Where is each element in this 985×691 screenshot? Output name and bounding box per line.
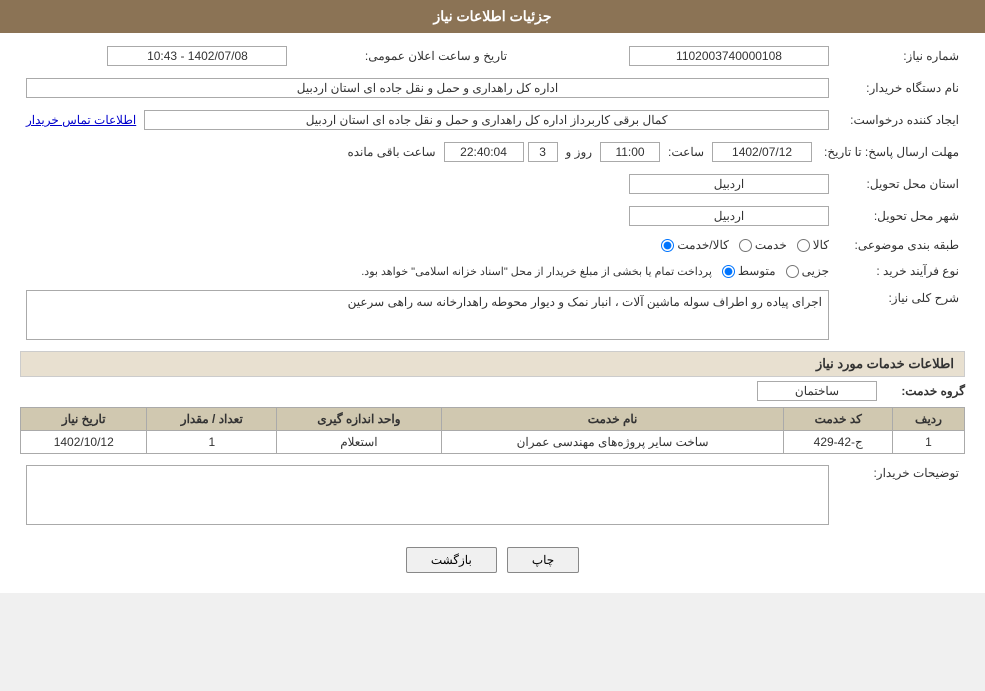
tarikh-elan-value: 1402/07/08 - 10:43: [107, 46, 287, 66]
mande-label: ساعت باقی مانده: [347, 145, 435, 159]
col-tarikh: تاریخ نیاز: [21, 408, 147, 431]
page-title: جزئیات اطلاعات نیاز: [433, 8, 551, 24]
ijad-konande-label: ایجاد کننده درخواست:: [835, 107, 965, 133]
khadamat-section-header: اطلاعات خدمات مورد نیاز: [20, 351, 965, 377]
jozii-label: جزیی: [802, 264, 829, 278]
radio-kala-khedmat[interactable]: کالا/خدمت: [661, 238, 728, 252]
page-header: جزئیات اطلاعات نیاز: [0, 0, 985, 33]
services-table: ردیف کد خدمت نام خدمت واحد اندازه گیری ت…: [20, 407, 965, 454]
bazgasht-button[interactable]: بازگشت: [406, 547, 497, 573]
noye-farayand-label: نوع فرآیند خرید :: [835, 261, 965, 281]
saaat-label: ساعت:: [668, 145, 704, 159]
col-tedad: تعداد / مقدار: [147, 408, 277, 431]
kala-label: کالا: [813, 238, 829, 252]
tarikh-elan-label: تاریخ و ساعت اعلان عمومی:: [293, 43, 513, 69]
radio-jozii[interactable]: جزیی: [786, 264, 829, 278]
ostan-value: اردبیل: [629, 174, 829, 194]
table-row: 1ج-42-429ساخت سایر پروژه‌های مهندسی عمرا…: [21, 431, 965, 454]
radio-khedmat[interactable]: خدمت: [739, 238, 787, 252]
mohlat-label: مهلت ارسال پاسخ: تا تاریخ:: [818, 139, 965, 165]
tarikh-value: 1402/07/12: [712, 142, 812, 162]
chap-button[interactable]: چاپ: [507, 547, 579, 573]
col-kod: کد خدمت: [784, 408, 893, 431]
button-row: بازگشت چاپ: [20, 547, 965, 573]
shomara-niaz-value: 1102003740000108: [629, 46, 829, 66]
shahr-label: شهر محل تحویل:: [835, 203, 965, 229]
goroh-khedmat-label: گروه خدمت:: [885, 384, 965, 398]
tosihaat-textarea[interactable]: [26, 465, 829, 525]
shahr-value: اردبیل: [629, 206, 829, 226]
radio-motavaset[interactable]: متوسط: [722, 264, 776, 278]
col-vahed: واحد اندازه گیری: [277, 408, 441, 431]
tabaqe-label: طبقه بندی موضوعی:: [835, 235, 965, 255]
ijad-konande-value: کمال برقی کاربرداز اداره کل راهداری و حم…: [144, 110, 829, 130]
tosihaat-label: توضیحات خریدار:: [835, 462, 965, 531]
sharh-value: اجرای پیاده رو اطراف سوله ماشین آلات ، ا…: [26, 290, 829, 340]
kala-khedmat-label: کالا/خدمت: [677, 238, 728, 252]
col-radif: ردیف: [892, 408, 964, 431]
rooz-label: روز و: [566, 145, 593, 159]
goroh-khedmat-value: ساختمان: [757, 381, 877, 401]
pardakht-text: پرداخت تمام یا بخشی از مبلغ خریدار از مح…: [361, 265, 712, 278]
radio-kala[interactable]: کالا: [797, 238, 829, 252]
motavaset-label: متوسط: [738, 264, 776, 278]
mande-value: 22:40:04: [444, 142, 524, 162]
khedmat-label: خدمت: [755, 238, 787, 252]
name-dastgah-label: نام دستگاه خریدار:: [835, 75, 965, 101]
rooz-value: 3: [528, 142, 558, 162]
ostan-label: استان محل تحویل:: [835, 171, 965, 197]
saaat-value: 11:00: [600, 142, 660, 162]
etelaaat-link[interactable]: اطلاعات تماس خریدار: [26, 113, 136, 127]
shomara-niaz-label: شماره نیاز:: [835, 43, 965, 69]
name-dastgah-value: اداره کل راهداری و حمل و نقل جاده ای است…: [26, 78, 829, 98]
col-name: نام خدمت: [441, 408, 784, 431]
sharh-label: شرح کلی نیاز:: [835, 287, 965, 343]
